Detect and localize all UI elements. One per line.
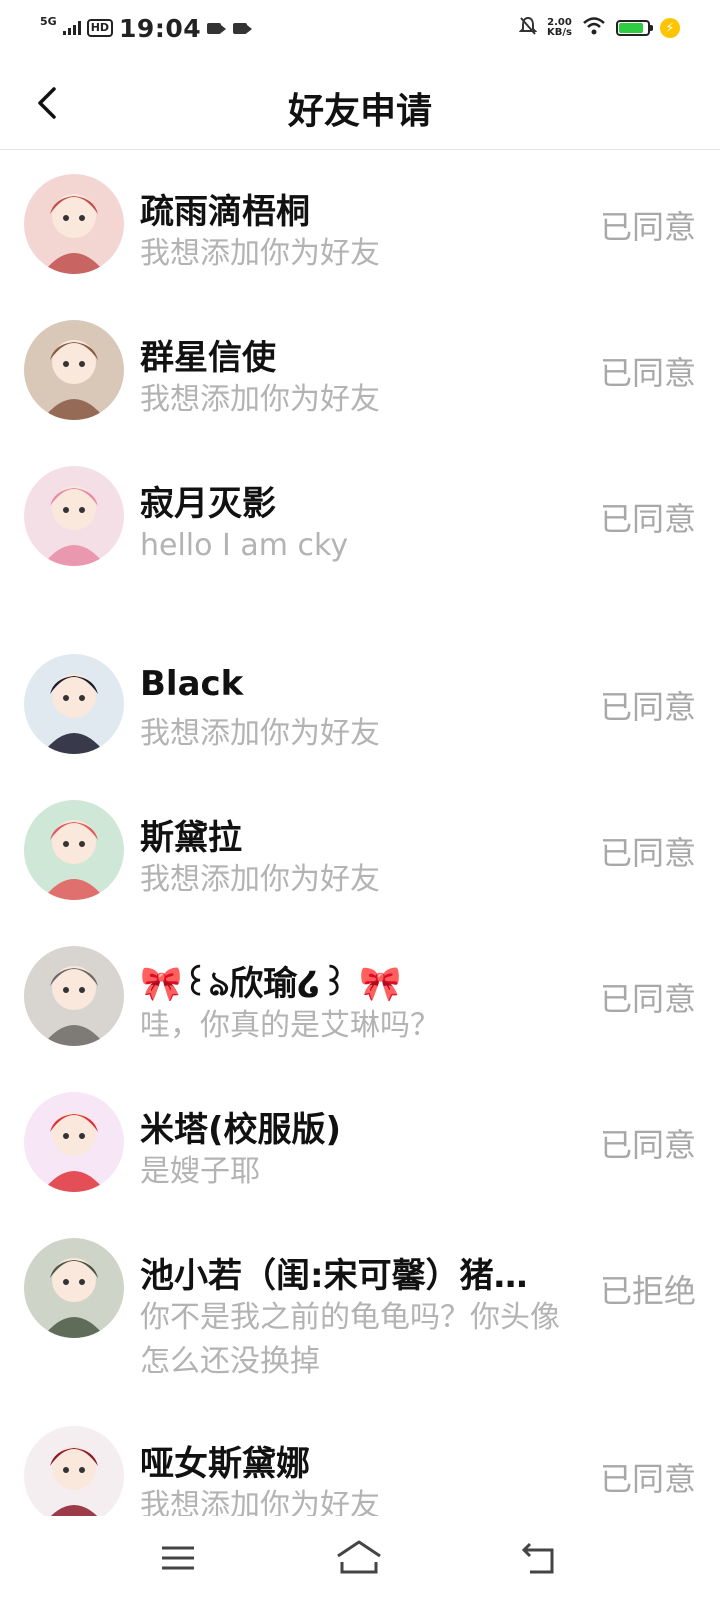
requester-name: 斯黛拉 <box>140 818 242 858</box>
requester-name: 疏雨滴梧桐 <box>140 192 310 232</box>
friend-request-list: 疏雨滴梧桐 我想添加你为好友 已同意 群星信使 我想添加你为好友 已同意 寂月灭影 hello… <box>0 150 720 1548</box>
avatar[interactable] <box>24 1426 124 1526</box>
request-status: 已同意 <box>599 208 696 246</box>
request-status: 已同意 <box>599 1126 696 1164</box>
friend-request-row[interactable]: 池小若（闺:宋可馨）猪… 你不是我之前的龟龟吗？你头像怎么还没换掉 已拒绝 <box>0 1214 720 1402</box>
status-left: 5G HD 19:04 <box>40 13 253 43</box>
request-message: 我想添加你为好友 <box>140 382 380 417</box>
friend-request-row[interactable]: 斯黛拉我想添加你为好友 已同意 <box>0 776 720 922</box>
avatar[interactable] <box>24 1238 124 1338</box>
page-title: 好友申请 <box>287 91 432 132</box>
friend-request-row[interactable]: Black 我想添加你为好友 已同意 <box>0 630 720 776</box>
status-right: 2.00 KB/s ⚡ <box>518 16 680 40</box>
wifi-icon <box>582 17 606 39</box>
friend-request-row[interactable]: 🎀꒰ঌ欣瑜໒꒱ 🎀 哇，你真的是艾琳吗？ 已同意 <box>0 922 720 1068</box>
request-message: hello I am cky <box>140 528 349 563</box>
battery-icon <box>616 20 653 36</box>
network-speed-unit: KB/s <box>547 27 572 38</box>
friend-request-row[interactable]: 群星信使我想添加你为好友 已同意 <box>0 296 720 442</box>
requester-name: 群星信使 <box>140 338 276 378</box>
avatar[interactable] <box>24 800 124 900</box>
network-speed: 2.00 KB/s <box>547 18 572 38</box>
request-message: 是嫂子耶 <box>140 1154 260 1189</box>
request-status: 已同意 <box>599 354 696 392</box>
requester-name: 寂月灭影 <box>140 484 276 524</box>
header: 好友申请 <box>0 56 720 150</box>
mute-icon <box>518 16 538 40</box>
request-status: 已拒绝 <box>599 1272 696 1310</box>
status-bar: 5G HD 19:04 2.00 KB/s ⚡ <box>0 0 720 56</box>
menu-icon[interactable] <box>158 1538 202 1582</box>
navigation-bar <box>0 1516 720 1606</box>
avatar[interactable] <box>24 174 124 274</box>
request-status: 已同意 <box>599 500 696 538</box>
friend-request-row[interactable]: 寂月灭影 hello I am cky 已同意 <box>0 442 720 630</box>
requester-name: Black <box>140 664 244 704</box>
requester-name: 哑女斯黛娜 <box>140 1444 310 1484</box>
avatar[interactable] <box>24 320 124 420</box>
requester-name: 米塔(校服版) <box>140 1110 342 1150</box>
request-status: 已同意 <box>599 688 696 726</box>
friend-request-row[interactable]: 疏雨滴梧桐我想添加你为好友 已同意 <box>0 150 720 296</box>
battery-level <box>619 23 643 33</box>
signal-icon <box>62 21 81 35</box>
home-icon[interactable] <box>334 1538 381 1582</box>
request-message: 你不是我之前的龟龟吗？你头像怎么还没换掉 <box>140 1300 560 1379</box>
avatar[interactable] <box>24 466 124 566</box>
camera-icon <box>207 22 227 34</box>
hd-icon: HD <box>86 19 114 37</box>
request-message: 我想添加你为好友 <box>140 862 380 897</box>
avatar[interactable] <box>24 1092 124 1192</box>
charging-icon: ⚡ <box>660 18 680 38</box>
status-time: 19:04 <box>119 13 202 43</box>
request-status: 已同意 <box>599 834 696 872</box>
friend-request-row[interactable]: 米塔(校服版) 是嫂子耶 已同意 <box>0 1068 720 1214</box>
request-message: 我想添加你为好友 <box>140 716 380 751</box>
requester-name: 池小若（闺:宋可馨）猪… <box>140 1256 528 1296</box>
video-icon <box>233 22 253 34</box>
request-message: 哇，你真的是艾琳吗？ <box>140 1008 440 1043</box>
back-nav-icon[interactable] <box>518 1538 562 1582</box>
avatar[interactable] <box>24 654 124 754</box>
avatar[interactable] <box>24 946 124 1046</box>
network-type: 5G <box>40 14 57 28</box>
request-status: 已同意 <box>599 1460 696 1498</box>
request-message: 我想添加你为好友 <box>140 236 380 271</box>
request-status: 已同意 <box>599 980 696 1018</box>
